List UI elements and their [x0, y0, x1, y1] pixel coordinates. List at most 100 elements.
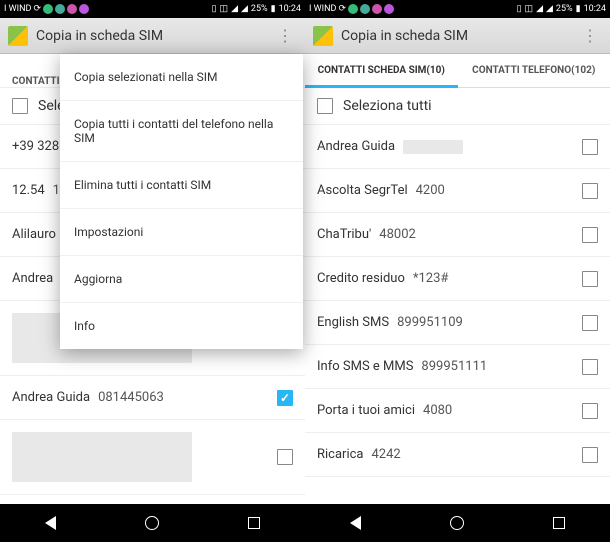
notif-icon: [67, 4, 77, 14]
contact-checkbox[interactable]: [277, 390, 293, 406]
select-all-label: Seleziona tutti: [343, 98, 432, 114]
contact-row[interactable]: English SMS 899951109: [305, 301, 610, 345]
contact-checkbox[interactable]: [582, 447, 598, 463]
contact-row[interactable]: Ricarica 4242: [305, 433, 610, 477]
notif-icon: [372, 4, 382, 14]
contact-number: 081445063: [98, 390, 164, 405]
app-title: Copia in scheda SIM: [36, 28, 265, 44]
notif-icon: [55, 4, 65, 14]
signal-icon: ◢: [231, 4, 238, 14]
clock-label: 10:24: [279, 4, 301, 14]
contact-name: Ricarica: [317, 447, 364, 462]
menu-item[interactable]: Copia tutti i contatti del telefono nell…: [60, 101, 303, 162]
sync-icon: ⟳: [338, 4, 346, 14]
battery-icon: ▮: [271, 4, 276, 14]
navigation-bar: [305, 504, 610, 542]
contact-name: Credito residuo: [317, 271, 405, 286]
back-button[interactable]: [350, 516, 361, 530]
contact-number: 48002: [379, 227, 416, 242]
contact-row[interactable]: Ascolta SegrTel 4200: [305, 169, 610, 213]
contact-row[interactable]: Andrea Guida: [305, 125, 610, 169]
contact-checkbox[interactable]: [582, 227, 598, 243]
recents-button[interactable]: [553, 517, 565, 529]
contact-number: 4080: [423, 403, 452, 418]
home-button[interactable]: [450, 516, 464, 530]
contact-checkbox[interactable]: [582, 139, 598, 155]
contact-name: Porta i tuoi amici: [317, 403, 415, 418]
contact-row[interactable]: Andrea Guida 081445063: [0, 376, 305, 420]
contact-name: Andrea Guida: [12, 390, 90, 405]
navigation-bar: [0, 504, 305, 542]
menu-item[interactable]: Aggiorna: [60, 256, 303, 303]
contact-name: Info SMS e MMS: [317, 359, 413, 374]
contact-row[interactable]: Porta i tuoi amici 4080: [305, 389, 610, 433]
carrier-label: I WIND: [309, 4, 336, 14]
carrier-label: I WIND: [4, 4, 31, 14]
recents-button[interactable]: [248, 517, 260, 529]
contact-name: 12.54: [12, 183, 45, 198]
contact-name: Ascolta SegrTel: [317, 183, 408, 198]
contact-number: 4242: [372, 447, 401, 462]
battery-icon: ▮: [576, 4, 581, 14]
contact-name: Alilauro: [12, 227, 56, 242]
notif-icon: [79, 4, 89, 14]
contact-checkbox[interactable]: [582, 359, 598, 375]
select-all-checkbox[interactable]: [12, 98, 28, 114]
battery-label: 25%: [251, 4, 268, 14]
home-button[interactable]: [145, 516, 159, 530]
notif-icon: [348, 4, 358, 14]
contact-name: Andrea: [12, 271, 53, 286]
contact-name: English SMS: [317, 315, 389, 330]
screen-right: I WIND ⟳ ▯ ◫ ◢ ◢ 25% ▮ 10:24 Copia in sc…: [305, 0, 610, 542]
contact-checkbox[interactable]: [277, 449, 293, 465]
vibrate-icon: ◫: [525, 4, 534, 14]
notif-icon: [360, 4, 370, 14]
contact-row[interactable]: ChaTribu' 48002: [305, 213, 610, 257]
battery-label: 25%: [556, 4, 573, 14]
clock-label: 10:24: [584, 4, 606, 14]
signal-icon: ◢: [241, 4, 248, 14]
contact-row[interactable]: Info SMS e MMS 899951111: [305, 345, 610, 389]
redacted-block: [12, 432, 192, 482]
redacted-block: [403, 140, 463, 154]
menu-item[interactable]: Info: [60, 303, 303, 349]
contact-number: 899951109: [397, 315, 463, 330]
app-icon: [313, 26, 333, 46]
status-bar: I WIND ⟳ ▯ ◫ ◢ ◢ 25% ▮ 10:24: [305, 0, 610, 18]
menu-item[interactable]: Elimina tutti i contatti SIM: [60, 162, 303, 209]
tab[interactable]: CONTATTI TELEFONO(102): [458, 54, 610, 87]
menu-item[interactable]: Copia selezionati nella SIM: [60, 54, 303, 101]
contact-checkbox[interactable]: [582, 403, 598, 419]
notif-icon: [384, 4, 394, 14]
contact-row[interactable]: [0, 420, 305, 495]
nfc-icon: ▯: [212, 4, 217, 14]
overflow-menu: Copia selezionati nella SIMCopia tutti i…: [60, 54, 303, 349]
nfc-icon: ▯: [517, 4, 522, 14]
contact-checkbox[interactable]: [582, 271, 598, 287]
contact-name: Andrea Guida: [317, 139, 395, 154]
status-bar: I WIND ⟳ ▯ ◫ ◢ ◢ 25% ▮ 10:24: [0, 0, 305, 18]
vibrate-icon: ◫: [220, 4, 229, 14]
signal-icon: ◢: [536, 4, 543, 14]
menu-item[interactable]: Impostazioni: [60, 209, 303, 256]
tab-bar: CONTATTI SCHEDA SIM(10)CONTATTI TELEFONO…: [305, 54, 610, 88]
app-bar: Copia in scheda SIM ⋮: [0, 18, 305, 54]
contact-name: ChaTribu': [317, 227, 371, 242]
app-icon: [8, 26, 28, 46]
contact-checkbox[interactable]: [582, 315, 598, 331]
screen-left: I WIND ⟳ ▯ ◫ ◢ ◢ 25% ▮ 10:24 Copia in sc…: [0, 0, 305, 542]
contact-number: 4200: [416, 183, 445, 198]
contact-number: 899951111: [421, 359, 487, 374]
back-button[interactable]: [45, 516, 56, 530]
overflow-menu-button[interactable]: ⋮: [273, 26, 297, 45]
app-title: Copia in scheda SIM: [341, 28, 570, 44]
select-all-checkbox[interactable]: [317, 98, 333, 114]
overflow-menu-button[interactable]: ⋮: [578, 26, 602, 45]
tab[interactable]: CONTATTI SCHEDA SIM(10): [305, 54, 458, 87]
select-all-row[interactable]: Seleziona tutti: [305, 88, 610, 125]
contact-checkbox[interactable]: [582, 183, 598, 199]
app-bar: Copia in scheda SIM ⋮: [305, 18, 610, 54]
contact-number: *123#: [413, 271, 449, 286]
notif-icon: [43, 4, 53, 14]
contact-row[interactable]: Credito residuo *123#: [305, 257, 610, 301]
